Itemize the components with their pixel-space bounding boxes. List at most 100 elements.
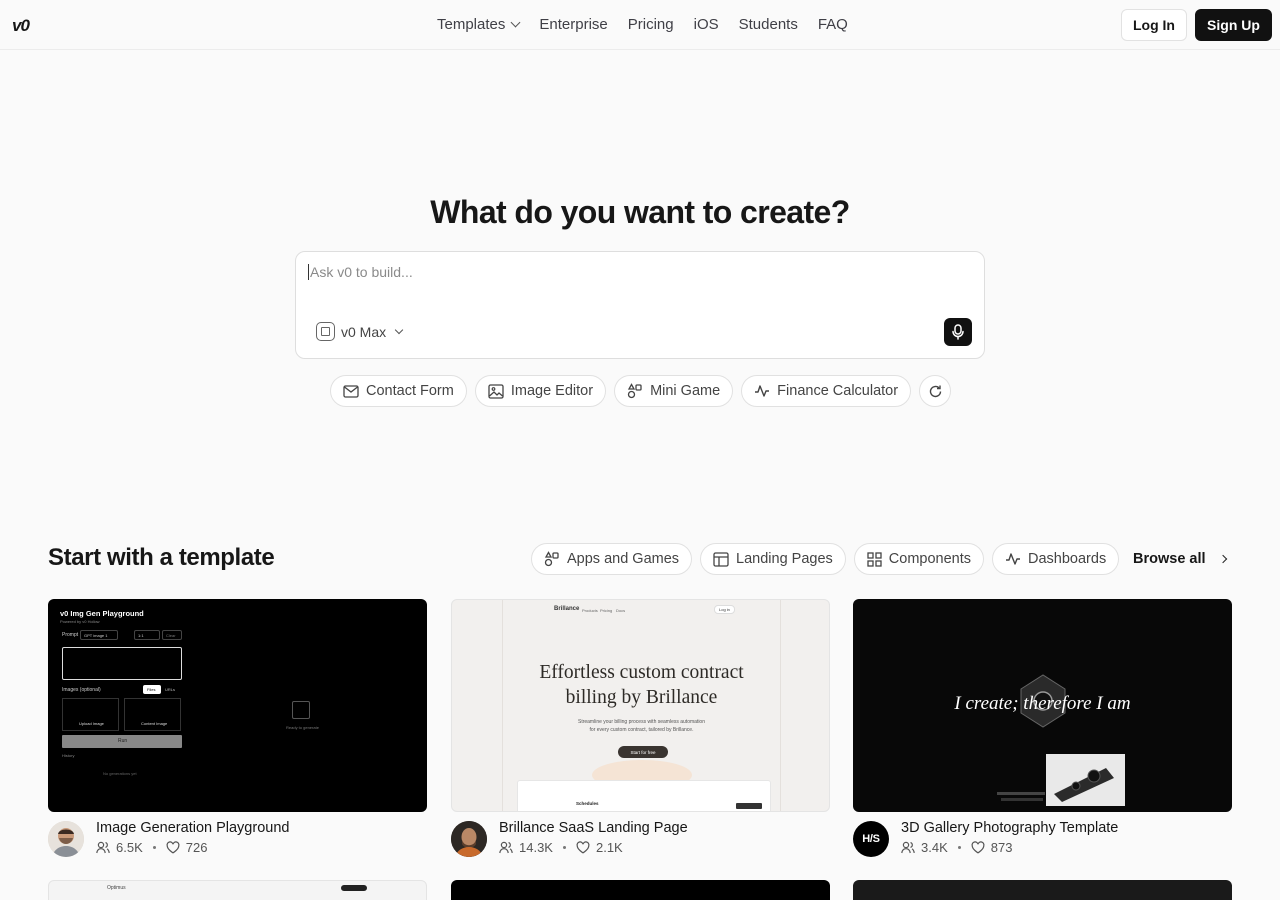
browse-all-link[interactable]: Browse all [1133, 551, 1227, 567]
author-avatar[interactable] [451, 821, 487, 857]
heart-icon [166, 841, 180, 854]
suggestion-label: Finance Calculator [777, 383, 899, 399]
hero-title: What do you want to create? [430, 194, 850, 230]
grid-icon [867, 551, 882, 567]
layout-icon [713, 551, 729, 567]
filter-dashboards[interactable]: Dashboards [992, 543, 1120, 575]
template-thumbnail[interactable]: I create; therefore I am [853, 599, 1232, 812]
template-name[interactable]: Image Generation Playground [96, 820, 289, 836]
prompt-input[interactable] [308, 264, 908, 280]
nav-templates[interactable]: Templates [437, 16, 521, 33]
sign-up-button[interactable]: Sign Up [1195, 9, 1272, 41]
thumb-ready-label: Ready to generate [286, 725, 319, 730]
nav-students[interactable]: Students [739, 16, 798, 33]
filter-landing-pages[interactable]: Landing Pages [700, 543, 846, 575]
thumb-panel-button [736, 803, 762, 809]
activity-icon [755, 385, 770, 397]
nav-pricing[interactable]: Pricing [628, 16, 674, 33]
filter-components[interactable]: Components [853, 543, 985, 575]
template-thumbnail[interactable]: Brillance Products Pricing Docs Log in E… [451, 599, 830, 812]
nav-enterprise[interactable]: Enterprise [539, 16, 607, 33]
thumb-brand: Brillance [554, 606, 580, 612]
template-name[interactable]: 3D Gallery Photography Template [901, 820, 1118, 836]
mail-icon [343, 384, 359, 398]
nav-templates-label: Templates [437, 16, 506, 33]
filter-apps-and-games[interactable]: Apps and Games [531, 543, 693, 575]
heart-icon [971, 841, 985, 854]
separator-dot [562, 846, 566, 849]
heart-icon [576, 841, 590, 854]
author-avatar[interactable]: H/S [853, 821, 889, 857]
template-card-image-generation[interactable]: v0 Img Gen Playground Powered by v0 Holl… [48, 599, 427, 857]
log-in-button[interactable]: Log In [1121, 9, 1187, 41]
suggestion-label: Contact Form [366, 383, 454, 399]
like-count: 726 [185, 840, 208, 855]
thumb-upload-box [62, 698, 119, 731]
browse-all-label: Browse all [1133, 551, 1206, 567]
thumb-upload-label: Upload Image [79, 721, 104, 726]
templates-section-title: Start with a template [48, 544, 275, 571]
author-avatar[interactable] [48, 821, 84, 857]
template-thumbnail[interactable]: v0 Img Gen Playground Powered by v0 Holl… [48, 599, 427, 812]
thumb-images-label: Images (optional) [62, 687, 101, 693]
thumb-sub: Powered by v0 Hollow [60, 619, 100, 624]
model-icon [316, 322, 335, 341]
suggestion-label: Mini Game [650, 383, 721, 399]
chevron-down-icon [394, 325, 404, 335]
chevron-right-icon [1218, 554, 1227, 564]
user-count: 6.5K [116, 840, 143, 855]
thumb-link-pricing: Pricing [600, 608, 613, 613]
user-count: 14.3K [519, 840, 553, 855]
thumb-model: GPT image 1 [80, 630, 118, 640]
thumb-panel-title: Schedules [576, 801, 599, 806]
template-name[interactable]: Brillance SaaS Landing Page [499, 820, 688, 836]
v0-logo[interactable]: v0 [12, 16, 30, 36]
suggestion-finance-calculator[interactable]: Finance Calculator [741, 375, 912, 407]
filter-label: Landing Pages [736, 551, 833, 567]
suggestion-chips: Contact Form Image Editor Mini Game Fina… [330, 375, 952, 407]
user-count: 3.4K [921, 840, 948, 855]
prompt-box: v0 Max [295, 251, 985, 359]
thumb-content-label: Content Image [141, 721, 168, 726]
model-selector[interactable]: v0 Max [316, 322, 404, 341]
thumb-link-products: Products [582, 608, 598, 613]
thumb-brand: Optimus [107, 885, 126, 891]
thumb-photo [1046, 754, 1125, 806]
suggestion-mini-game[interactable]: Mini Game [614, 375, 734, 407]
chevron-down-icon [510, 17, 521, 28]
thumb-textarea [62, 647, 182, 680]
separator-dot [152, 846, 156, 849]
thumb-app-panel: Schedules [517, 780, 771, 811]
suggestion-contact-form[interactable]: Contact Form [330, 375, 467, 407]
thumb-subtext: Streamline your billing process with sea… [452, 718, 829, 734]
thumb-login: Log in [714, 605, 735, 614]
users-icon [901, 841, 915, 854]
image-icon [488, 383, 504, 399]
avatar-text: H/S [862, 833, 880, 845]
template-thumbnail-row2-1[interactable]: Optimus [48, 880, 427, 900]
template-thumbnail-row2-2[interactable] [451, 880, 830, 900]
template-filters: Apps and Games Landing Pages Components … [531, 543, 1120, 575]
filter-label: Apps and Games [567, 551, 680, 567]
template-thumbnail-row2-3[interactable] [853, 880, 1232, 900]
camera-image [1046, 754, 1125, 806]
template-stats: 6.5K 726 [96, 840, 207, 855]
microphone-icon [952, 324, 964, 340]
thumb-headline-line2: billing by Brillance [565, 687, 718, 708]
suggestion-image-editor[interactable]: Image Editor [474, 375, 607, 407]
thumb-ratio: 1:1 [134, 630, 160, 640]
thumb-urls-tab: URLs [165, 687, 176, 692]
filter-label: Dashboards [1028, 551, 1107, 567]
like-count: 873 [990, 840, 1013, 855]
activity-icon [1006, 553, 1021, 565]
template-card-3d-gallery[interactable]: I create; therefore I am H/S 3D Gallery … [853, 599, 1232, 857]
nav-faq[interactable]: FAQ [818, 16, 848, 33]
microphone-button[interactable] [944, 318, 972, 346]
template-card-brillance[interactable]: Brillance Products Pricing Docs Log in E… [451, 599, 830, 857]
thumb-sub-line2: for every custom contract, tailored by B… [589, 727, 694, 733]
nav-ios[interactable]: iOS [694, 16, 719, 33]
refresh-suggestions-button[interactable] [919, 375, 952, 407]
thumb-heading: v0 Img Gen Playground [60, 609, 144, 618]
refresh-icon [929, 385, 941, 397]
avatar-image [48, 821, 84, 857]
